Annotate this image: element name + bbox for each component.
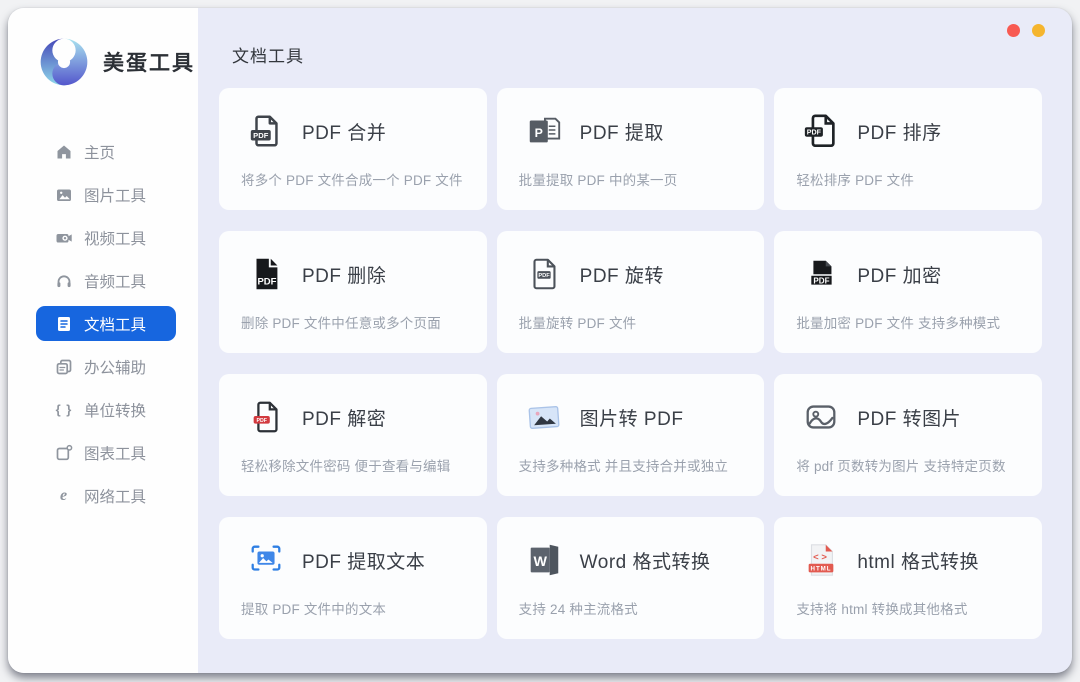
tool-card-html-convert[interactable]: < > HTML html 格式转换 支持将 html 转换成其他格式: [774, 517, 1042, 639]
tool-card-title: PDF 解密: [302, 404, 386, 431]
svg-text:PDF: PDF: [257, 418, 267, 424]
sidebar-item-network-tools[interactable]: e 网络工具: [36, 478, 176, 513]
tool-card-title: PDF 删除: [302, 261, 386, 288]
tool-card-pdf-encrypt[interactable]: PDF PDF 加密 批量加密 PDF 文件 支持多种模式: [774, 231, 1042, 353]
pdf-encrypt-icon: PDF: [802, 255, 840, 293]
app-logo-icon: [36, 34, 92, 90]
window-controls: [1007, 24, 1045, 37]
tool-card-desc: 删除 PDF 文件中任意或多个页面: [241, 312, 467, 332]
sidebar: 美蛋工具 主页 图片工具: [8, 8, 198, 673]
html-convert-icon: < > HTML: [802, 541, 840, 579]
pdf-sort-icon: PDF: [802, 112, 840, 150]
app-window: 美蛋工具 主页 图片工具: [8, 8, 1072, 673]
sidebar-item-label: 音频工具: [84, 270, 146, 292]
sidebar-item-office-assist[interactable]: 办公辅助: [36, 349, 176, 384]
tool-card-desc: 轻松移除文件密码 便于查看与编辑: [241, 455, 467, 475]
tool-card-pdf-to-image[interactable]: PDF 转图片 将 pdf 页数转为图片 支持特定页数: [774, 374, 1042, 496]
braces-icon: { }: [55, 401, 73, 419]
sidebar-item-label: 视频工具: [84, 227, 146, 249]
svg-text:PDF: PDF: [538, 273, 550, 279]
video-icon: [55, 229, 73, 247]
tool-card-pdf-sort[interactable]: PDF PDF 排序 轻松排序 PDF 文件: [774, 88, 1042, 210]
tool-card-desc: 轻松排序 PDF 文件: [796, 169, 1022, 189]
headset-icon: [55, 272, 73, 290]
pdf-decrypt-icon: PDF: [247, 398, 285, 436]
document-icon: [55, 315, 73, 333]
svg-text:PDF: PDF: [253, 131, 269, 140]
pdf-delete-icon: PDF: [247, 255, 285, 293]
tool-card-pdf-extract[interactable]: P PDF 提取 批量提取 PDF 中的某一页: [497, 88, 765, 210]
svg-text:P: P: [534, 126, 542, 140]
svg-text:PDF: PDF: [257, 276, 276, 287]
image-to-pdf-icon: [525, 398, 563, 436]
pdf-rotate-icon: PDF: [525, 255, 563, 293]
app-title: 美蛋工具: [103, 47, 195, 77]
tool-card-grid: PDF PDF 合并 将多个 PDF 文件合成一个 PDF 文件: [219, 88, 1042, 639]
svg-text:< >: < >: [814, 552, 828, 563]
tool-card-desc: 批量提取 PDF 中的某一页: [519, 169, 745, 189]
sidebar-item-image-tools[interactable]: 图片工具: [36, 177, 176, 212]
image-icon: [55, 186, 73, 204]
chart-icon: [55, 444, 73, 462]
sidebar-item-document-tools[interactable]: 文档工具: [36, 306, 176, 341]
page-title: 文档工具: [232, 42, 1042, 67]
tool-card-title: 图片转 PDF: [580, 404, 684, 431]
tool-card-title: PDF 提取文本: [302, 547, 425, 574]
svg-text:PDF: PDF: [814, 277, 830, 286]
svg-text:W: W: [533, 554, 547, 570]
tool-card-title: PDF 排序: [857, 118, 941, 145]
sidebar-item-label: 网络工具: [84, 485, 146, 507]
tool-card-desc: 将 pdf 页数转为图片 支持特定页数: [796, 455, 1022, 475]
sidebar-item-unit-convert[interactable]: { } 单位转换: [36, 392, 176, 427]
sidebar-item-video-tools[interactable]: 视频工具: [36, 220, 176, 255]
sidebar-item-chart-tools[interactable]: 图表工具: [36, 435, 176, 470]
tool-card-title: PDF 旋转: [580, 261, 664, 288]
pdf-merge-icon: PDF: [247, 112, 285, 150]
svg-text:PDF: PDF: [807, 128, 822, 136]
tool-card-title: PDF 合并: [302, 118, 386, 145]
tool-card-pdf-rotate[interactable]: PDF PDF 旋转 批量旋转 PDF 文件: [497, 231, 765, 353]
tool-card-pdf-extract-text[interactable]: PDF 提取文本 提取 PDF 文件中的文本: [219, 517, 487, 639]
tool-card-desc: 批量旋转 PDF 文件: [519, 312, 745, 332]
svg-text:HTML: HTML: [811, 565, 832, 572]
tool-card-desc: 支持多种格式 并且支持合并或独立: [519, 455, 745, 475]
sidebar-item-label: 图片工具: [84, 184, 146, 206]
minimize-button[interactable]: [1032, 24, 1045, 37]
main-content: 文档工具 PDF PDF 合并 将多个 PDF 文件合成一个 PDF 文: [198, 8, 1072, 673]
sidebar-item-label: 文档工具: [84, 313, 146, 335]
close-button[interactable]: [1007, 24, 1020, 37]
tool-card-pdf-merge[interactable]: PDF PDF 合并 将多个 PDF 文件合成一个 PDF 文件: [219, 88, 487, 210]
sidebar-item-home[interactable]: 主页: [36, 134, 176, 169]
tool-card-pdf-decrypt[interactable]: PDF PDF 解密 轻松移除文件密码 便于查看与编辑: [219, 374, 487, 496]
tool-card-desc: 批量加密 PDF 文件 支持多种模式: [796, 312, 1022, 332]
tool-card-title: PDF 转图片: [857, 404, 961, 431]
globe-e-icon: e: [55, 487, 73, 505]
tool-card-image-to-pdf[interactable]: 图片转 PDF 支持多种格式 并且支持合并或独立: [497, 374, 765, 496]
tool-card-desc: 提取 PDF 文件中的文本: [241, 598, 467, 618]
sidebar-item-audio-tools[interactable]: 音频工具: [36, 263, 176, 298]
word-convert-icon: W: [525, 541, 563, 579]
tool-card-desc: 支持 24 种主流格式: [519, 598, 745, 618]
tool-card-title: PDF 加密: [857, 261, 941, 288]
sidebar-item-label: 办公辅助: [84, 356, 146, 378]
sidebar-item-label: 主页: [84, 141, 115, 163]
sidebar-item-label: 单位转换: [84, 399, 146, 421]
tool-card-title: Word 格式转换: [580, 547, 711, 574]
copy-icon: [55, 358, 73, 376]
tool-card-desc: 将多个 PDF 文件合成一个 PDF 文件: [241, 169, 467, 189]
tool-card-desc: 支持将 html 转换成其他格式: [796, 598, 1022, 618]
sidebar-item-label: 图表工具: [84, 442, 146, 464]
app-logo: 美蛋工具: [8, 8, 198, 90]
sidebar-menu: 主页 图片工具: [8, 134, 198, 513]
home-icon: [55, 143, 73, 161]
tool-card-pdf-delete[interactable]: PDF PDF 删除 删除 PDF 文件中任意或多个页面: [219, 231, 487, 353]
pdf-extract-text-icon: [247, 541, 285, 579]
tool-card-title: html 格式转换: [857, 547, 979, 574]
tool-card-word-convert[interactable]: W Word 格式转换 支持 24 种主流格式: [497, 517, 765, 639]
pdf-to-image-icon: [802, 398, 840, 436]
pdf-extract-icon: P: [525, 112, 563, 150]
tool-card-title: PDF 提取: [580, 118, 664, 145]
